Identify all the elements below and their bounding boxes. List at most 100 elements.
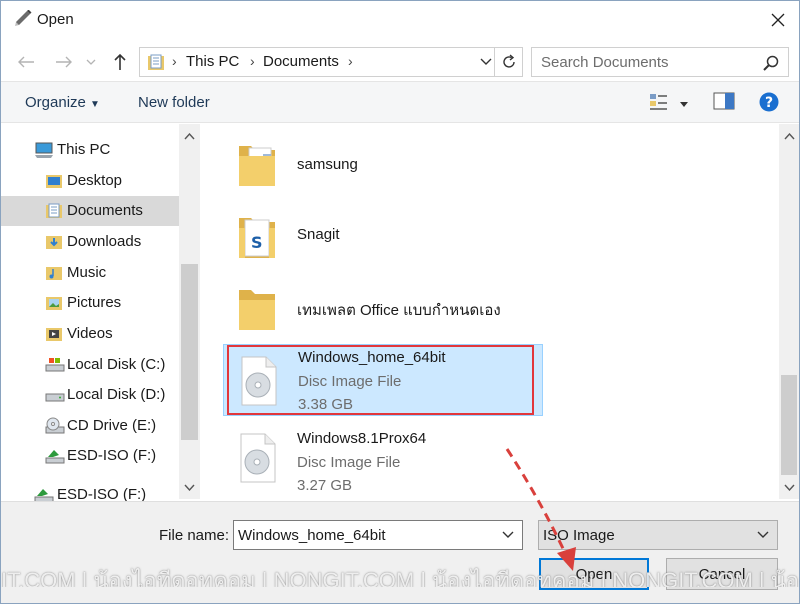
forward-arrow-icon[interactable] bbox=[51, 49, 77, 75]
sidebar-item-cd-drive-e[interactable]: CD Drive (E:) bbox=[1, 411, 179, 441]
file-name-input[interactable]: Windows_home_64bit bbox=[233, 520, 523, 550]
scroll-up-icon[interactable] bbox=[783, 130, 796, 143]
file-list: samsung S Snagit เทมเพลต Office แบบกำหนด… bbox=[201, 124, 779, 501]
file-name: Snagit bbox=[297, 226, 340, 243]
navigation-bar: › This PC › Documents › Search Documents bbox=[1, 43, 799, 79]
list-item-windows81-prox64[interactable]: Windows8.1Prox64 Disc Image File 3.27 GB bbox=[223, 422, 543, 494]
dialog-footer: File name: Windows_home_64bit ISO Image … bbox=[1, 501, 799, 603]
scroll-down-icon[interactable] bbox=[783, 481, 796, 494]
chevron-down-icon[interactable] bbox=[81, 49, 101, 75]
breadcrumb-separator: › bbox=[250, 53, 255, 69]
file-list-scroll-thumb[interactable] bbox=[781, 375, 797, 475]
sidebar-item-esd-iso-f-network[interactable]: ESD-ISO (F:) bbox=[1, 480, 179, 501]
sidebar-scroll-thumb[interactable] bbox=[181, 264, 198, 440]
open-dialog: Open › This PC › Documents › Search Docu… bbox=[0, 0, 800, 604]
music-folder-icon bbox=[45, 264, 63, 282]
sidebar-item-label: Downloads bbox=[67, 233, 142, 250]
breadcrumb-this-pc[interactable]: This PC bbox=[186, 53, 239, 70]
sidebar-item-label: Music bbox=[67, 264, 107, 281]
documents-folder-icon bbox=[147, 54, 165, 71]
list-item-snagit[interactable]: S Snagit bbox=[223, 200, 543, 272]
file-type-select[interactable]: ISO Image bbox=[538, 520, 778, 550]
selection-highlight-annotation bbox=[227, 345, 534, 415]
title-bar: Open bbox=[1, 1, 799, 39]
breadcrumb-separator[interactable]: › bbox=[348, 53, 353, 69]
new-folder-button[interactable]: New folder bbox=[138, 94, 210, 111]
list-item-samsung[interactable]: samsung bbox=[223, 128, 543, 200]
sidebar-item-desktop[interactable]: Desktop bbox=[1, 166, 179, 196]
search-icon[interactable] bbox=[762, 54, 780, 72]
view-options-chevron-icon[interactable] bbox=[679, 96, 689, 113]
file-name: เทมเพลต Office แบบกำหนดเอง bbox=[297, 302, 501, 319]
up-arrow-icon[interactable] bbox=[107, 49, 133, 75]
breadcrumb-documents[interactable]: Documents bbox=[263, 53, 339, 70]
sidebar-item-this-pc[interactable]: This PC bbox=[1, 135, 179, 165]
chevron-down-icon[interactable] bbox=[498, 525, 518, 545]
sidebar-item-videos[interactable]: Videos bbox=[1, 319, 179, 349]
refresh-icon[interactable] bbox=[494, 48, 522, 76]
sidebar-item-documents[interactable]: Documents bbox=[1, 196, 179, 226]
downloads-folder-icon bbox=[45, 233, 63, 251]
command-toolbar: Organize ▼ New folder ? bbox=[1, 81, 799, 123]
preview-pane-icon[interactable] bbox=[713, 92, 735, 114]
close-icon[interactable] bbox=[765, 7, 791, 33]
file-list-scrollbar[interactable] bbox=[779, 124, 799, 499]
address-bar[interactable]: › This PC › Documents › bbox=[139, 47, 523, 77]
sidebar-item-label: Videos bbox=[67, 325, 113, 342]
navigation-pane: This PC Desktop Documents Downloads Musi… bbox=[1, 124, 201, 501]
window-title: Open bbox=[37, 11, 74, 28]
file-size: 3.27 GB bbox=[297, 477, 353, 494]
list-item-thai-office-templates[interactable]: เทมเพลต Office แบบกำหนดเอง bbox=[223, 272, 543, 344]
cd-drive-icon bbox=[45, 417, 65, 435]
file-type-value: ISO Image bbox=[543, 527, 615, 544]
sidebar-item-pictures[interactable]: Pictures bbox=[1, 288, 179, 318]
sidebar-item-downloads[interactable]: Downloads bbox=[1, 227, 179, 257]
chevron-down-icon[interactable] bbox=[753, 525, 773, 545]
file-name: samsung bbox=[297, 156, 358, 173]
folder-icon bbox=[235, 280, 279, 336]
folder-icon bbox=[235, 136, 279, 192]
organize-button[interactable]: Organize ▼ bbox=[25, 94, 100, 111]
scroll-up-icon[interactable] bbox=[183, 130, 196, 143]
change-view-icon[interactable] bbox=[649, 92, 669, 116]
desktop-folder-icon bbox=[45, 172, 63, 190]
disc-image-icon bbox=[235, 430, 279, 486]
usb-drive-icon bbox=[45, 447, 65, 465]
svg-text:?: ? bbox=[765, 95, 773, 111]
documents-folder-icon bbox=[45, 202, 63, 220]
file-name-label: File name: bbox=[159, 527, 230, 544]
help-icon[interactable]: ? bbox=[759, 92, 779, 116]
sidebar-item-label: Documents bbox=[67, 202, 143, 219]
file-name-value: Windows_home_64bit bbox=[238, 527, 386, 544]
sidebar-item-esd-iso-f[interactable]: ESD-ISO (F:) bbox=[1, 441, 179, 471]
sidebar-scrollbar[interactable] bbox=[179, 124, 200, 499]
sidebar-item-label: Pictures bbox=[67, 294, 122, 311]
sidebar-item-label: This PC bbox=[57, 141, 111, 158]
watermark-text: IT.COM | น้องไอทีดอทคอม | NONGIT.COM | น… bbox=[1, 568, 800, 587]
local-disk-icon bbox=[45, 356, 65, 374]
computer-icon bbox=[34, 141, 53, 159]
organize-label: Organize bbox=[25, 94, 86, 111]
local-disk-icon bbox=[45, 386, 65, 404]
sidebar-item-label: ESD-ISO (F:) bbox=[57, 486, 147, 501]
file-name: Windows8.1Prox64 bbox=[297, 430, 427, 447]
usb-drive-icon bbox=[34, 486, 54, 501]
pictures-folder-icon bbox=[45, 294, 63, 312]
sidebar-item-local-disk-d[interactable]: Local Disk (D:) bbox=[1, 380, 179, 410]
search-input[interactable]: Search Documents bbox=[541, 54, 669, 71]
sidebar-item-local-disk-c[interactable]: Local Disk (C:) bbox=[1, 350, 179, 380]
search-box[interactable]: Search Documents bbox=[531, 47, 789, 77]
svg-text:S: S bbox=[251, 233, 263, 252]
scroll-down-icon[interactable] bbox=[183, 481, 196, 494]
sidebar-item-label: CD Drive (E:) bbox=[67, 417, 157, 434]
sidebar-item-label: Desktop bbox=[67, 172, 123, 189]
sidebar-item-label: ESD-ISO (F:) bbox=[67, 447, 157, 464]
pen-icon bbox=[13, 9, 33, 28]
videos-folder-icon bbox=[45, 325, 63, 343]
back-arrow-icon[interactable] bbox=[13, 49, 39, 75]
sidebar-item-label: Local Disk (C:) bbox=[67, 356, 166, 373]
breadcrumb-separator: › bbox=[172, 53, 177, 69]
folder-icon: S bbox=[235, 208, 279, 264]
sidebar-item-label: Local Disk (D:) bbox=[67, 386, 166, 403]
sidebar-item-music[interactable]: Music bbox=[1, 258, 179, 288]
